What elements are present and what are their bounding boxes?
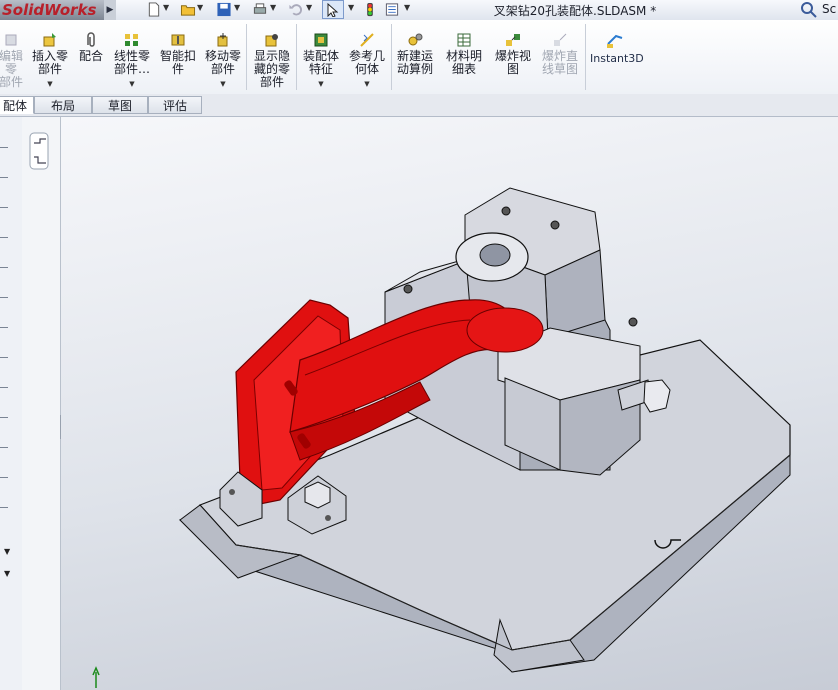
screw-head	[501, 206, 511, 216]
tree-marker	[0, 207, 8, 208]
screw-head	[403, 284, 413, 294]
chevron-down-icon[interactable]: ▼	[110, 78, 154, 91]
tab-sketch[interactable]: 草图	[92, 96, 148, 114]
tree-marker	[0, 147, 8, 148]
chevron-down-icon[interactable]: ▼	[202, 78, 244, 91]
feature-manager-pane	[22, 117, 61, 690]
assembly-model[interactable]	[61, 117, 838, 690]
options-list-icon[interactable]	[384, 2, 400, 17]
tab-assembly[interactable]: 配体	[0, 96, 34, 114]
rebuild-traffic-light-icon[interactable]	[362, 2, 378, 17]
tree-marker	[0, 267, 8, 268]
chevron-down-icon[interactable]: ▼	[30, 78, 70, 91]
tree-marker	[0, 417, 8, 418]
assembly-features-button[interactable]: 装配体 特征 ▼	[300, 32, 342, 91]
bill-of-materials-icon	[457, 33, 471, 47]
new-motion-study-icon	[408, 33, 423, 46]
exploded-view-button[interactable]: 爆炸视 图	[492, 32, 534, 76]
assembly-features-icon	[314, 33, 328, 47]
instant3d-icon[interactable]	[606, 32, 624, 50]
tree-marker	[0, 327, 8, 328]
tree-marker	[0, 447, 8, 448]
tab-evaluate[interactable]: 评估	[148, 96, 202, 114]
tab-layout[interactable]: 布局	[34, 96, 92, 114]
chevron-down-icon[interactable]: ▼	[270, 3, 276, 12]
chevron-down-icon[interactable]: ▼	[346, 78, 388, 91]
mate-button[interactable]: 配合	[76, 32, 106, 63]
tree-marker	[0, 387, 8, 388]
move-component-icon	[217, 33, 228, 47]
solidworks-logo[interactable]: SolidWorks	[0, 0, 104, 20]
tree-marker	[0, 177, 8, 178]
show-hidden-components-button[interactable]: 显示隐 藏的零 部件	[250, 32, 294, 89]
smart-fasteners-icon	[171, 34, 185, 46]
insert-component-icon	[43, 33, 56, 47]
tree-marker	[0, 297, 8, 298]
front-bolt-head[interactable]	[304, 481, 331, 509]
menu-expand-arrow-icon[interactable]: ▶	[104, 0, 116, 20]
new-motion-study-button[interactable]: 新建运 动算例	[394, 32, 436, 76]
chevron-down-icon[interactable]: ▼	[300, 78, 342, 91]
instant3d-button[interactable]: Instant3D	[590, 52, 644, 65]
edit-component-icon	[5, 34, 17, 46]
move-component-button[interactable]: 移动零 部件 ▼	[202, 32, 244, 91]
separator	[585, 24, 586, 90]
explode-line-sketch-icon	[554, 33, 567, 46]
document-title: 叉架钻20孔装配体.SLDASM *	[493, 4, 657, 18]
search-icon[interactable]	[800, 1, 818, 19]
chevron-down-icon[interactable]: ▼	[348, 3, 354, 12]
graphics-viewport[interactable]	[61, 117, 838, 690]
design-tree-tab-icon[interactable]	[28, 131, 50, 171]
undo-icon[interactable]	[288, 2, 304, 17]
smart-fasteners-button[interactable]: 智能扣 件	[158, 32, 198, 76]
bolt-hex-head[interactable]	[643, 379, 671, 413]
chevron-down-icon[interactable]: ▼	[4, 547, 10, 556]
reference-geometry-button[interactable]: 参考几 何体 ▼	[346, 32, 388, 91]
mate-paperclip-icon	[87, 32, 95, 47]
title-bar: SolidWorks ▶ ▼ ▼ ▼ ▼ ▼ ▼ ▼ 叉架钻20孔装配体.SLD…	[0, 0, 838, 21]
drill-bushing-hole	[479, 243, 511, 267]
tree-marker	[0, 477, 8, 478]
bill-of-materials-button[interactable]: 材料明 细表	[443, 32, 485, 76]
save-icon[interactable]	[216, 2, 232, 17]
task-pane-left: ▼ ▼	[0, 117, 23, 690]
fork-part-hub[interactable]	[466, 307, 544, 353]
command-manager: 编辑零 部件 插入零 部件 ▼ 配合 线性零 部件… ▼ 智能扣 件 移动零 部…	[0, 20, 838, 95]
open-folder-icon[interactable]	[180, 2, 196, 17]
chevron-down-icon[interactable]: ▼	[163, 3, 169, 12]
chevron-down-icon[interactable]: ▼	[4, 569, 10, 578]
reference-geometry-icon	[360, 33, 374, 47]
tree-marker	[0, 507, 8, 508]
linear-pattern-icon	[125, 34, 138, 46]
screw-head	[229, 489, 235, 495]
tree-marker	[0, 237, 8, 238]
print-icon[interactable]	[252, 2, 268, 17]
explode-line-sketch-button[interactable]: 爆炸直 线草图	[538, 32, 582, 76]
chevron-down-icon[interactable]: ▼	[197, 3, 203, 12]
separator	[296, 24, 297, 90]
show-hidden-icon	[265, 34, 278, 47]
separator	[391, 24, 392, 90]
select-pointer-icon	[327, 3, 339, 17]
edit-component-button[interactable]: 编辑零 部件	[0, 32, 28, 89]
chevron-down-icon[interactable]: ▼	[234, 3, 240, 12]
tree-marker	[0, 357, 8, 358]
search-input[interactable]: Sc	[822, 2, 836, 16]
screw-head	[550, 220, 560, 230]
screw-head	[325, 515, 331, 521]
linear-pattern-button[interactable]: 线性零 部件… ▼	[110, 32, 154, 91]
new-document-icon[interactable]	[146, 2, 162, 17]
exploded-view-icon	[506, 34, 520, 46]
screw-head	[628, 317, 638, 327]
origin-triad-icon	[92, 666, 100, 688]
command-manager-tabs: 配体 布局 草图 评估 ▼ ▼ ▼ ▼ ▼	[0, 94, 838, 209]
chevron-down-icon[interactable]: ▼	[306, 3, 312, 12]
select-button[interactable]	[322, 0, 344, 19]
separator	[246, 24, 247, 90]
chevron-down-icon[interactable]: ▼	[404, 3, 410, 12]
insert-component-button[interactable]: 插入零 部件 ▼	[30, 32, 70, 91]
